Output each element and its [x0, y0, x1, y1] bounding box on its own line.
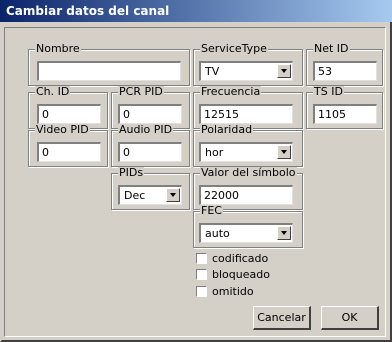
bloqueado-label: bloqueado [212, 268, 270, 281]
pcr-pid-label: PCR PID [118, 85, 164, 98]
nombre-input[interactable] [37, 61, 181, 81]
pids-group: PIDs Dec [111, 167, 190, 210]
chevron-down-icon[interactable] [277, 226, 291, 240]
net-id-group: Net ID 53 [306, 43, 383, 86]
bloqueado-checkbox[interactable]: bloqueado [196, 268, 270, 281]
service-type-label: ServiceType [200, 42, 268, 55]
pids-select[interactable]: Dec [118, 185, 182, 205]
chevron-down-icon[interactable] [166, 188, 180, 202]
service-type-value: TV [205, 65, 220, 78]
nombre-label: Nombre [35, 42, 81, 55]
frecuencia-label: Frecuencia [200, 85, 262, 98]
fec-group: FEC auto [193, 205, 303, 248]
net-id-label: Net ID [313, 42, 350, 55]
fec-value: auto [205, 227, 230, 240]
pids-value: Dec [124, 189, 146, 202]
ts-id-label: TS ID [313, 85, 344, 98]
audio-pid-group: Audio PID 0 [111, 124, 190, 167]
ok-button[interactable]: OK [321, 306, 379, 330]
ts-id-group: TS ID 1105 [306, 86, 383, 129]
fec-label: FEC [200, 204, 223, 217]
frecuencia-input[interactable]: 12515 [199, 104, 293, 124]
omitido-checkbox[interactable]: omitido [196, 285, 254, 298]
nombre-group: Nombre [28, 43, 190, 86]
polaridad-label: Polaridad [200, 123, 254, 136]
dialog-panel: Nombre ServiceType TV Net ID 53 Ch. ID 0… [4, 27, 386, 337]
window-title: Cambiar datos del canal [0, 0, 392, 22]
video-pid-input[interactable]: 0 [37, 142, 101, 162]
chevron-down-icon[interactable] [277, 64, 291, 78]
checkbox-box[interactable] [196, 269, 207, 280]
valor-simbolo-label: Valor del símbolo [200, 166, 297, 179]
omitido-label: omitido [212, 285, 254, 298]
codificado-checkbox[interactable]: codificado [196, 252, 268, 265]
video-pid-label: Video PID [35, 123, 90, 136]
checkbox-box[interactable] [196, 286, 207, 297]
ts-id-input[interactable]: 1105 [313, 104, 377, 124]
service-type-group: ServiceType TV [193, 43, 303, 86]
cancel-button[interactable]: Cancelar [253, 306, 311, 330]
service-type-select[interactable]: TV [199, 61, 293, 81]
fec-select[interactable]: auto [199, 223, 293, 243]
checkbox-box[interactable] [196, 253, 207, 264]
ch-id-label: Ch. ID [35, 85, 71, 98]
audio-pid-input[interactable]: 0 [118, 142, 182, 162]
audio-pid-label: Audio PID [118, 123, 174, 136]
polaridad-group: Polaridad hor [193, 124, 303, 167]
chevron-down-icon[interactable] [277, 145, 291, 159]
ch-id-input[interactable]: 0 [37, 104, 101, 124]
polaridad-value: hor [205, 146, 224, 159]
pcr-pid-input[interactable]: 0 [118, 104, 182, 124]
net-id-input[interactable]: 53 [313, 61, 377, 81]
codificado-label: codificado [212, 252, 269, 265]
video-pid-group: Video PID 0 [28, 124, 108, 167]
polaridad-select[interactable]: hor [199, 142, 293, 162]
pids-label: PIDs [118, 166, 145, 179]
valor-simbolo-input[interactable]: 22000 [199, 185, 293, 205]
